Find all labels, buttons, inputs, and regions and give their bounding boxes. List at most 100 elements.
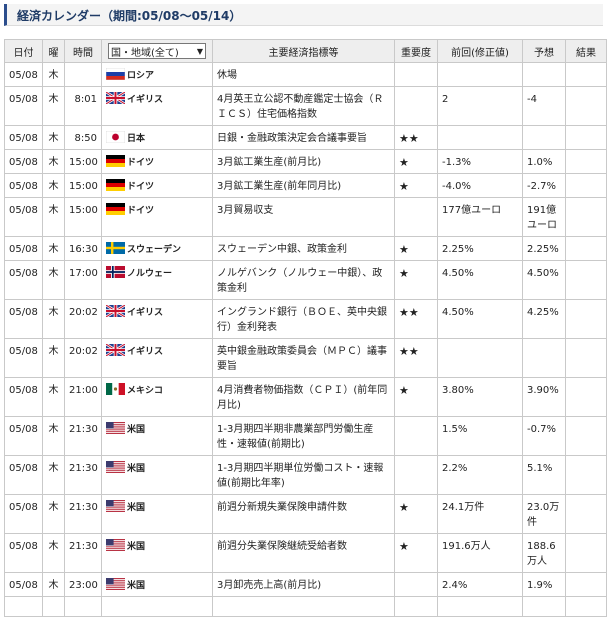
cell-previous: -1.3%	[437, 149, 523, 174]
cell-country: 米国	[101, 455, 213, 495]
us-flag-icon	[106, 539, 127, 552]
cell-forecast: -0.7%	[522, 416, 566, 456]
cell-country: ドイツ	[101, 173, 213, 198]
cell-previous: 4.50%	[437, 260, 523, 300]
page-title: 経済カレンダー（期間:05/08～05/14）	[17, 9, 242, 23]
uk-flag-icon	[106, 344, 127, 357]
cell-country: ノルウェー	[101, 260, 213, 300]
cell-date: 05/08	[4, 338, 43, 378]
cell-time	[64, 62, 102, 87]
cell-indicator: 4月消費者物価指数（ＣＰＩ）(前年同月比)	[212, 377, 395, 417]
country-name: ドイツ	[127, 206, 155, 216]
header-region: 国・地域(全て) ▼	[101, 39, 213, 63]
cell-importance: ★	[394, 494, 438, 534]
cell-indicator: 3月鉱工業生産(前月比)	[212, 149, 395, 174]
germany-flag-icon	[106, 155, 127, 168]
table-row: 05/08 木 21:30 米国 1-3月期四半期単位労働コスト・速報値(前期比年率) 2…	[4, 455, 607, 495]
cell-country: 日本	[101, 125, 213, 150]
cell-previous: 2	[437, 86, 523, 126]
country-name: イギリス	[127, 95, 164, 105]
cell-indicator: 3月鉱工業生産(前年同月比)	[212, 173, 395, 198]
cell-weekday: 木	[42, 533, 65, 573]
cell-time: 21:30	[64, 455, 102, 495]
cell-result	[565, 338, 607, 378]
norway-flag-icon	[106, 266, 127, 279]
russia-flag-icon	[106, 68, 127, 81]
cell-country: イギリス	[101, 86, 213, 126]
header-importance: 重要度	[394, 39, 438, 63]
cell-forecast	[522, 125, 566, 150]
cell-country: スウェーデン	[101, 236, 213, 261]
cell-weekday: 木	[42, 62, 65, 87]
cell-weekday: 木	[42, 299, 65, 339]
cell-weekday	[42, 596, 65, 617]
calendar-title-bar: 経済カレンダー（期間:05/08～05/14）	[4, 4, 603, 26]
cell-time	[64, 596, 102, 617]
us-flag-icon	[106, 422, 127, 435]
cell-importance	[394, 572, 438, 597]
cell-importance: ★★	[394, 338, 438, 378]
cell-previous: 191.6万人	[437, 533, 523, 573]
cell-importance	[394, 197, 438, 237]
cell-forecast: 23.0万件	[522, 494, 566, 534]
cell-result	[565, 596, 607, 617]
cell-result	[565, 149, 607, 174]
cell-time: 15:00	[64, 197, 102, 237]
cell-country: ロシア	[101, 62, 213, 87]
mexico-flag-icon	[106, 383, 127, 396]
cell-weekday: 木	[42, 572, 65, 597]
region-select[interactable]: 国・地域(全て) ▼	[108, 43, 206, 59]
country-name: ロシア	[127, 71, 155, 81]
cell-country: イギリス	[101, 338, 213, 378]
table-row: 05/08 木 8:50 日本 日銀・金融政策決定会合議事要旨 ★★	[4, 125, 607, 150]
cell-date: 05/08	[4, 455, 43, 495]
cell-time: 21:00	[64, 377, 102, 417]
table-row: 05/08 木 15:00 ドイツ 3月鉱工業生産(前月比) ★ -1.3% 1.0%	[4, 149, 607, 174]
country-name: ドイツ	[127, 158, 155, 168]
cell-forecast	[522, 62, 566, 87]
header-forecast: 予想	[522, 39, 566, 63]
economic-calendar-table: 日付 曜 時間 国・地域(全て) ▼ 主要経済指標等 重要度 前回(修正値) 予…	[4, 39, 607, 617]
cell-country: 米国	[101, 533, 213, 573]
cell-date: 05/08	[4, 494, 43, 534]
table-row: 05/08 木 20:02 イギリス イングランド銀行（ＢＯＥ、英中央銀行）金利発表 ★★…	[4, 299, 607, 339]
cell-time: 21:30	[64, 494, 102, 534]
calendar-body: 05/08 木ロシア 休場 05/08 木 8:01 イギリス 4月英王立公認不動産鑑定士協会…	[4, 62, 607, 617]
table-row: 05/08 木 21:30 米国 1-3月期四半期非農業部門労働生産性・速報値(前期比)…	[4, 416, 607, 456]
table-row: 05/08 木 ロシア 休場	[4, 62, 607, 87]
cell-indicator: 日銀・金融政策決定会合議事要旨	[212, 125, 395, 150]
cell-indicator: 休場	[212, 62, 395, 87]
cell-forecast: 4.50%	[522, 260, 566, 300]
cell-weekday: 木	[42, 338, 65, 378]
cell-previous: 177億ユーロ	[437, 197, 523, 237]
cell-date: 05/08	[4, 149, 43, 174]
cell-date	[4, 596, 43, 617]
cell-indicator: 前週分失業保険継続受給者数	[212, 533, 395, 573]
cell-date: 05/08	[4, 125, 43, 150]
table-row: 05/08 木 20:02 イギリス 英中銀金融政策委員会（ＭＰＣ）議事要旨 ★★	[4, 338, 607, 378]
cell-weekday: 木	[42, 149, 65, 174]
table-header-row: 日付 曜 時間 国・地域(全て) ▼ 主要経済指標等 重要度 前回(修正値) 予…	[4, 39, 607, 63]
cell-time: 20:02	[64, 338, 102, 378]
cell-result	[565, 125, 607, 150]
cell-result	[565, 455, 607, 495]
cell-importance: ★	[394, 533, 438, 573]
cell-time: 17:00	[64, 260, 102, 300]
cell-importance: ★★	[394, 125, 438, 150]
cell-previous: 1.5%	[437, 416, 523, 456]
cell-weekday: 木	[42, 416, 65, 456]
cell-result	[565, 173, 607, 198]
uk-flag-icon	[106, 92, 127, 105]
cell-country: 米国	[101, 572, 213, 597]
cell-time: 20:02	[64, 299, 102, 339]
cell-forecast: 3.90%	[522, 377, 566, 417]
table-row: 05/08 木 21:00 メキシコ 4月消費者物価指数（ＣＰＩ）(前年同月比) ★ 3.8…	[4, 377, 607, 417]
country-name: 米国	[127, 425, 146, 435]
table-row	[4, 596, 607, 617]
cell-importance: ★	[394, 149, 438, 174]
header-time: 時間	[64, 39, 102, 63]
cell-forecast: -2.7%	[522, 173, 566, 198]
cell-result	[565, 533, 607, 573]
cell-forecast: 4.25%	[522, 299, 566, 339]
table-row: 05/08 木 23:00 米国 3月卸売売上高(前月比) 2.4% 1.9%	[4, 572, 607, 597]
